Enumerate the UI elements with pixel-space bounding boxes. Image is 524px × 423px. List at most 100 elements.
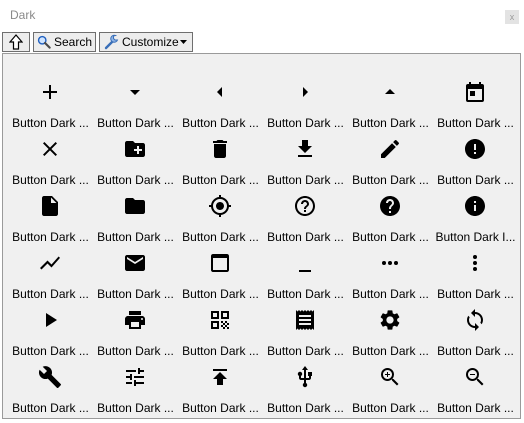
icon-tile-label: Button Dark ... [352,344,429,358]
icon-tile[interactable]: Button Dark ... [348,131,433,188]
help-outline-icon [291,192,319,220]
icon-tile[interactable]: Button Dark ... [93,74,178,131]
icon-tile-label: Button Dark ... [267,116,344,130]
trending-icon [36,249,64,277]
receipt-icon [291,306,319,334]
add-icon [36,78,64,106]
more-horizontal-icon [376,249,404,277]
help-icon [376,192,404,220]
icon-tile[interactable]: Button Dark ... [8,131,93,188]
icon-tile-label: Button Dark ... [182,287,259,301]
icon-tile[interactable]: Button Dark ... [263,131,348,188]
icon-tile-label: Button Dark ... [437,287,514,301]
customize-button[interactable]: Customize [99,32,193,52]
icon-tile[interactable]: Button Dark ... [263,359,348,416]
icon-tile[interactable]: Button Dark ... [348,188,433,245]
play-icon [36,306,64,334]
icon-tile[interactable]: Button Dark ... [263,74,348,131]
edit-icon [376,135,404,163]
icon-tile-label: Button Dark ... [12,401,89,415]
close-icon [36,135,64,163]
icon-tile[interactable]: Button Dark ... [433,302,518,359]
icon-tile-label: Button Dark ... [182,173,259,187]
icon-tile-label: Button Dark ... [352,401,429,415]
icon-tile[interactable]: Button Dark ... [433,245,518,302]
icon-tile[interactable]: Button Dark ... [8,74,93,131]
zoom-out-icon [461,363,489,391]
arrow-drop-up-icon [376,78,404,106]
icon-tile[interactable]: Button Dark ... [263,245,348,302]
folder-icon [121,192,149,220]
arrow-up-icon [9,34,23,50]
icon-tile[interactable]: Button Dark ... [178,359,263,416]
upload-icon [206,363,234,391]
tune-icon [121,363,149,391]
icon-tile[interactable]: Button Dark ... [348,74,433,131]
icon-tile[interactable]: Button Dark ... [178,131,263,188]
icon-tile-label: Button Dark ... [182,401,259,415]
icon-tile[interactable]: Button Dark ... [93,131,178,188]
icon-tile-label: Button Dark ... [437,401,514,415]
icon-tile-label: Button Dark ... [12,173,89,187]
icon-tile[interactable]: Button Dark ... [263,302,348,359]
wrench-tool-icon [104,34,119,50]
icon-tile-label: Button Dark ... [12,116,89,130]
icon-tile[interactable]: Button Dark ... [178,188,263,245]
title-bar: Dark x [0,0,524,31]
search-icon [37,35,51,49]
icon-tile[interactable]: Button Dark ... [93,245,178,302]
icon-tile[interactable]: Button Dark ... [178,74,263,131]
sync-icon [461,306,489,334]
icon-tile[interactable]: Button Dark ... [8,359,93,416]
icon-tile[interactable]: Button Dark ... [263,188,348,245]
icon-tile[interactable]: Button Dark ... [93,188,178,245]
icon-tile-label: Button Dark ... [97,344,174,358]
icon-tile-label: Button Dark ... [97,230,174,244]
icon-tile[interactable]: Button Dark ... [93,359,178,416]
dropdown-arrow-icon [179,40,187,44]
icon-tile[interactable]: Button Dark ... [8,302,93,359]
icon-tile[interactable]: Button Dark ... [433,359,518,416]
icon-tile-label: Button Dark ... [12,287,89,301]
zoom-in-icon [376,363,404,391]
icon-tile[interactable]: Button Dark ... [93,302,178,359]
qr-code-icon [206,306,234,334]
toolbar: Search Customize [0,31,524,53]
icon-tile-label: Button Dark ... [437,173,514,187]
icon-tile-label: Button Dark ... [12,344,89,358]
mail-icon [121,249,149,277]
arrow-drop-down-icon [121,78,149,106]
icon-tile[interactable]: Button Dark I... [433,188,518,245]
icon-tile[interactable]: Button Dark ... [433,131,518,188]
icon-tile[interactable]: Button Dark ... [8,245,93,302]
settings-icon [376,306,404,334]
create-folder-icon [121,135,149,163]
icon-tile[interactable]: Button Dark ... [348,359,433,416]
icon-tile[interactable]: Button Dark ... [8,188,93,245]
icon-tile-label: Button Dark ... [267,401,344,415]
icon-tile-label: Button Dark ... [437,116,514,130]
more-vertical-icon [461,249,489,277]
icon-tile-label: Button Dark ... [97,173,174,187]
icon-tile[interactable]: Button Dark ... [348,245,433,302]
icon-tile-label: Button Dark ... [97,401,174,415]
icon-tile[interactable]: Button Dark ... [348,302,433,359]
up-button[interactable] [2,32,30,52]
download-icon [291,135,319,163]
icon-tile-label: Button Dark ... [352,173,429,187]
icon-grid-panel: Button Dark ... Button Dark ... Button Dar… [2,53,521,419]
info-icon [461,192,489,220]
minimize-icon [291,249,319,277]
arrow-right-icon [291,78,319,106]
icon-tile[interactable]: Button Dark ... [178,245,263,302]
search-button-label: Search [53,35,92,49]
icon-tile[interactable]: Button Dark ... [178,302,263,359]
icon-tile-label: Button Dark ... [182,230,259,244]
icon-tile-label: Button Dark ... [267,287,344,301]
icon-tile[interactable]: Button Dark ... [433,74,518,131]
arrow-left-icon [206,78,234,106]
close-button[interactable]: x [505,10,519,24]
icon-tile-label: Button Dark ... [97,116,174,130]
print-icon [121,306,149,334]
search-button[interactable]: Search [33,32,96,52]
